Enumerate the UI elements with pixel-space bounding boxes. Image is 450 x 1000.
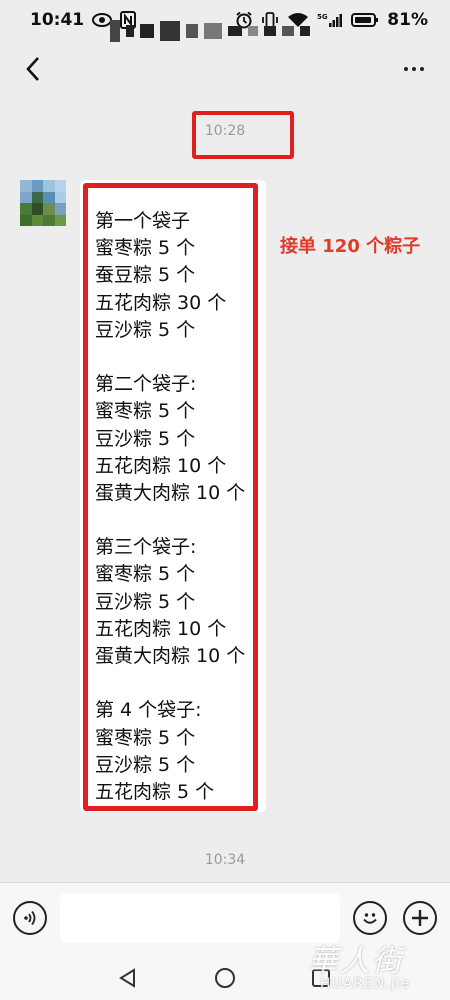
battery-level: 81%: [387, 10, 428, 30]
nav-back-button[interactable]: [114, 964, 142, 992]
watermark-cn: 華人街: [308, 944, 404, 979]
avatar[interactable]: [20, 180, 66, 226]
chevron-left-icon: [26, 57, 39, 81]
timestamp-bottom: 10:34: [204, 852, 246, 868]
highlight-box-message: [83, 183, 258, 811]
plus-icon: [412, 910, 428, 926]
chat-title-redacted: [110, 20, 345, 42]
status-time: 10:41: [30, 10, 85, 30]
nav-home-icon: [215, 968, 235, 988]
highlight-box-timestamp: [192, 111, 294, 159]
battery-icon: [351, 12, 379, 28]
message-input[interactable]: [60, 893, 340, 943]
plus-button[interactable]: [403, 901, 437, 935]
voice-icon: [24, 910, 36, 926]
emoji-icon: [363, 913, 377, 924]
back-button[interactable]: [18, 49, 48, 89]
watermark-en: HUAREN.jie: [320, 976, 411, 992]
voice-button[interactable]: [13, 901, 47, 935]
more-dots-icon: [404, 67, 408, 71]
more-button[interactable]: [396, 49, 432, 89]
order-annotation: 接单 120 个粽子: [280, 236, 421, 257]
emoji-button[interactable]: [353, 901, 387, 935]
nav-back-icon: [119, 968, 135, 988]
watermark: 華人街 HUAREN.jie: [300, 936, 450, 1000]
chat-header: [0, 40, 450, 98]
nav-home-button[interactable]: [211, 964, 239, 992]
